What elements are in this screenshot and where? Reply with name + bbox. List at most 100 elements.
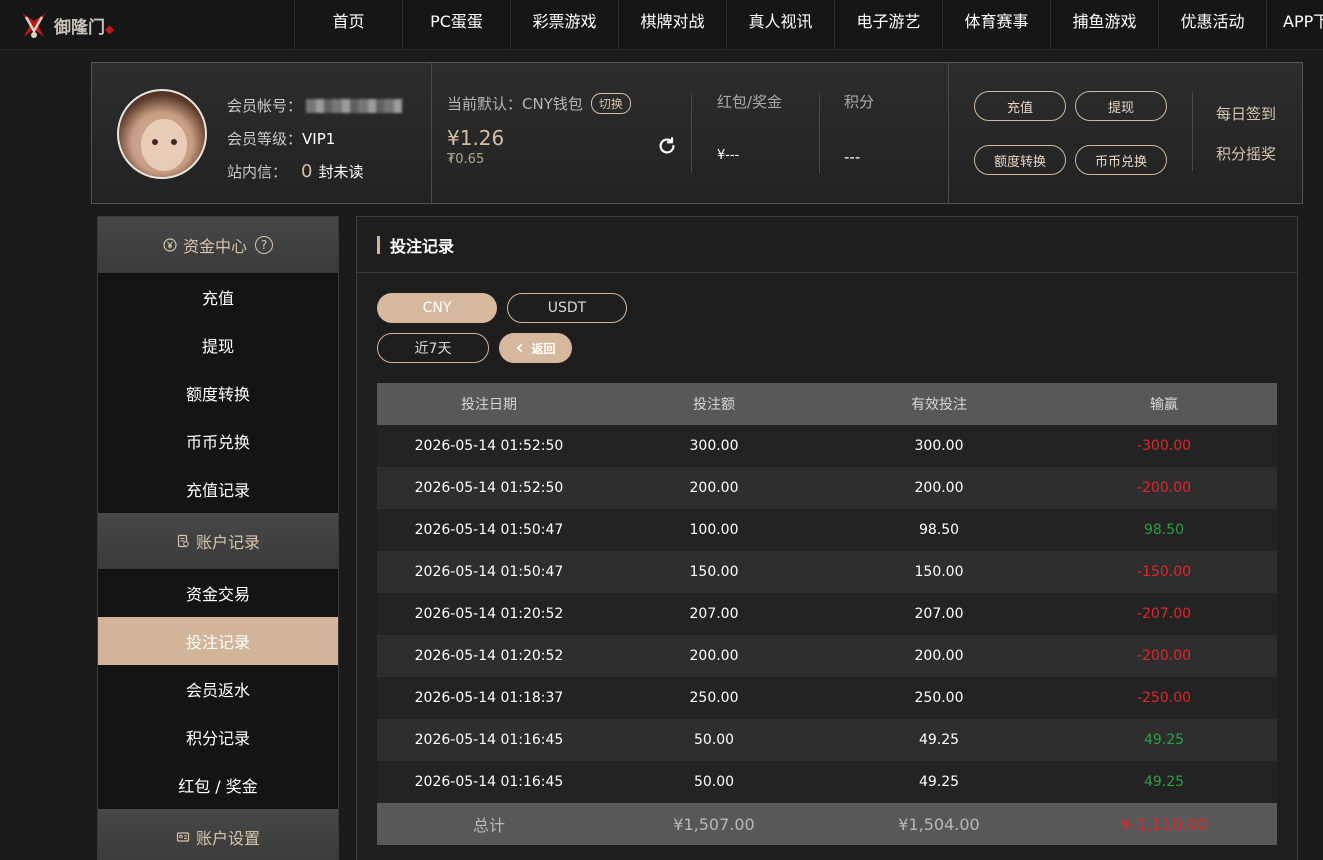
sidebar-item-recharge-history[interactable]: 充值记录 bbox=[98, 465, 338, 513]
col-bet-amount: 投注额 bbox=[601, 383, 827, 425]
sidebar-item-withdraw[interactable]: 提现 bbox=[98, 321, 338, 369]
cell-valid-bet: 49.25 bbox=[827, 761, 1051, 803]
cell-bet-date: 2026-05-14 01:50:47 bbox=[377, 509, 601, 551]
table-row: 2026-05-14 01:50:47 100.00 98.50 98.50 bbox=[377, 509, 1277, 551]
cell-valid-bet: 150.00 bbox=[827, 551, 1051, 593]
col-bet-date: 投注日期 bbox=[377, 383, 601, 425]
table-header-row: 投注日期 投注额 有效投注 输赢 bbox=[377, 383, 1277, 425]
sidebar-item-points-records[interactable]: 积分记录 bbox=[98, 713, 338, 761]
points-label: 积分 bbox=[844, 93, 875, 111]
nav-menu: 首页 PC蛋蛋 彩票游戏 棋牌对战 真人视讯 电子游艺 体育赛事 捕鱼游戏 优惠… bbox=[294, 0, 1323, 50]
wallet-usdt-balance: ₮0.65 bbox=[447, 152, 485, 167]
table-row: 2026-05-14 01:16:45 50.00 49.25 49.25 bbox=[377, 761, 1277, 803]
transfer-button[interactable]: 额度转换 bbox=[974, 145, 1066, 175]
cell-bet-date: 2026-05-14 01:16:45 bbox=[377, 719, 601, 761]
member-info: 会员帐号： 会员等级： VIP1 站内信： 0 封未读 bbox=[227, 89, 403, 188]
sidebar-section-label: 账户设置 bbox=[195, 829, 260, 848]
cell-bet-date: 2026-05-14 01:52:50 bbox=[377, 467, 601, 509]
currency-tab-usdt[interactable]: USDT bbox=[507, 293, 627, 323]
table-row: 2026-05-14 01:50:47 150.00 150.00 -150.00 bbox=[377, 551, 1277, 593]
back-label: 返回 bbox=[531, 341, 556, 356]
level-label: 会员等级： bbox=[227, 130, 303, 148]
currency-tab-cny[interactable]: CNY bbox=[377, 293, 497, 323]
sidebar-item-rebate[interactable]: 会员返水 bbox=[98, 665, 338, 713]
cell-valid-bet: 200.00 bbox=[827, 635, 1051, 677]
cell-valid-bet: 49.25 bbox=[827, 719, 1051, 761]
table-row: 2026-05-14 01:18:37 250.00 250.00 -250.00 bbox=[377, 677, 1277, 719]
sidebar-item-transactions[interactable]: 资金交易 bbox=[98, 569, 338, 617]
col-valid-bet: 有效投注 bbox=[827, 383, 1051, 425]
sidebar-item-recharge[interactable]: 充值 bbox=[98, 273, 338, 321]
nav-app-download[interactable]: APP下载 bbox=[1266, 0, 1323, 50]
sidebar-section-records: 账户记录 bbox=[98, 513, 338, 569]
account-row: 会员帐号： bbox=[227, 89, 403, 122]
unread-suffix: 封未读 bbox=[318, 163, 364, 181]
sidebar-section-label: 账户记录 bbox=[195, 533, 260, 552]
cell-win-loss: -250.00 bbox=[1051, 677, 1277, 719]
logo-emblem-icon bbox=[22, 13, 46, 38]
cell-win-loss: -150.00 bbox=[1051, 551, 1277, 593]
nav-live-casino[interactable]: 真人视讯 bbox=[726, 0, 834, 50]
nav-fishing[interactable]: 捕鱼游戏 bbox=[1050, 0, 1158, 50]
cell-bet-amount: 50.00 bbox=[601, 761, 827, 803]
date-range-select[interactable]: 近7天 bbox=[377, 333, 489, 363]
cell-bet-amount: 300.00 bbox=[601, 425, 827, 467]
divider bbox=[948, 63, 949, 203]
cell-win-loss: -207.00 bbox=[1051, 593, 1277, 635]
nav-slots[interactable]: 电子游艺 bbox=[834, 0, 942, 50]
cell-bet-amount: 50.00 bbox=[601, 719, 827, 761]
switch-wallet-button[interactable]: 切换 bbox=[590, 93, 631, 114]
title-accent-bar bbox=[377, 235, 380, 254]
avatar[interactable] bbox=[117, 89, 207, 179]
sidebar-item-exchange[interactable]: 币币兑换 bbox=[98, 417, 338, 465]
logo-text: 御隆门◆ bbox=[54, 17, 115, 38]
bet-records-table: 投注日期 投注额 有效投注 输赢 2026-05-14 01:52:50 300.… bbox=[377, 383, 1277, 845]
account-value-masked bbox=[306, 98, 403, 113]
member-summary: 会员帐号： 会员等级： VIP1 站内信： 0 封未读 当前默认：CNY钱包 切… bbox=[91, 62, 1303, 204]
nav-pc-dandan[interactable]: PC蛋蛋 bbox=[402, 0, 510, 50]
withdraw-button[interactable]: 提现 bbox=[1075, 91, 1167, 121]
recharge-button[interactable]: 充值 bbox=[974, 91, 1066, 121]
nav-promotions[interactable]: 优惠活动 bbox=[1158, 0, 1266, 50]
back-button[interactable]: 返回 bbox=[499, 333, 572, 363]
wallet-panel: 当前默认：CNY钱包 切换 ¥1.26 ₮0.65 bbox=[447, 93, 631, 167]
divider bbox=[819, 93, 820, 173]
inbox-row[interactable]: 站内信： 0 封未读 bbox=[227, 155, 402, 188]
cell-bet-amount: 150.00 bbox=[601, 551, 827, 593]
points-lottery-link[interactable]: 积分摇奖 bbox=[1216, 143, 1276, 164]
wallet-balance: ¥1.26 bbox=[447, 126, 505, 150]
cell-valid-bet: 98.50 bbox=[827, 509, 1051, 551]
sidebar: 资金中心 ? 充值 提现 额度转换 币币兑换 充值记录 账户记录 资金交易 投注… bbox=[97, 216, 339, 860]
divider bbox=[431, 63, 432, 203]
wallet-label: 当前默认：CNY钱包 bbox=[447, 95, 583, 113]
refresh-icon[interactable] bbox=[656, 135, 678, 157]
redpacket-value: ¥--- bbox=[717, 148, 740, 163]
yuan-coin-icon bbox=[163, 238, 177, 252]
account-label: 会员帐号： bbox=[227, 97, 303, 115]
level-value: VIP1 bbox=[302, 129, 336, 148]
table-row: 2026-05-14 01:52:50 200.00 200.00 -200.00 bbox=[377, 467, 1277, 509]
chevron-left-icon bbox=[517, 343, 523, 353]
site-logo[interactable]: 御隆门◆ bbox=[16, 6, 116, 44]
cell-bet-amount: 207.00 bbox=[601, 593, 827, 635]
nav-chess-cards[interactable]: 棋牌对战 bbox=[618, 0, 726, 50]
sidebar-item-transfer[interactable]: 额度转换 bbox=[98, 369, 338, 417]
cell-win-loss: -200.00 bbox=[1051, 467, 1277, 509]
table-total-row: 总计 ¥1,507.00 ¥1,504.00 ¥-1,110.00 bbox=[377, 803, 1277, 845]
sidebar-section-label: 资金中心 bbox=[182, 237, 247, 256]
sidebar-item-bet-records[interactable]: 投注记录 bbox=[98, 617, 338, 665]
exchange-button[interactable]: 币币兑换 bbox=[1075, 145, 1167, 175]
nav-lottery[interactable]: 彩票游戏 bbox=[510, 0, 618, 50]
total-bet: ¥1,507.00 bbox=[601, 803, 827, 845]
cell-win-loss: -300.00 bbox=[1051, 425, 1277, 467]
help-icon[interactable]: ? bbox=[255, 236, 273, 254]
cell-bet-date: 2026-05-14 01:52:50 bbox=[377, 425, 601, 467]
total-valid: ¥1,504.00 bbox=[827, 803, 1051, 845]
divider bbox=[1192, 91, 1193, 171]
nav-sports[interactable]: 体育赛事 bbox=[942, 0, 1050, 50]
nav-home[interactable]: 首页 bbox=[294, 0, 402, 50]
sidebar-item-bonus[interactable]: 红包 / 奖金 bbox=[98, 761, 338, 809]
cell-bet-date: 2026-05-14 01:50:47 bbox=[377, 551, 601, 593]
daily-signin-link[interactable]: 每日签到 bbox=[1216, 103, 1276, 124]
top-navigation: 御隆门◆ 首页 PC蛋蛋 彩票游戏 棋牌对战 真人视讯 电子游艺 体育赛事 捕鱼… bbox=[0, 0, 1323, 50]
